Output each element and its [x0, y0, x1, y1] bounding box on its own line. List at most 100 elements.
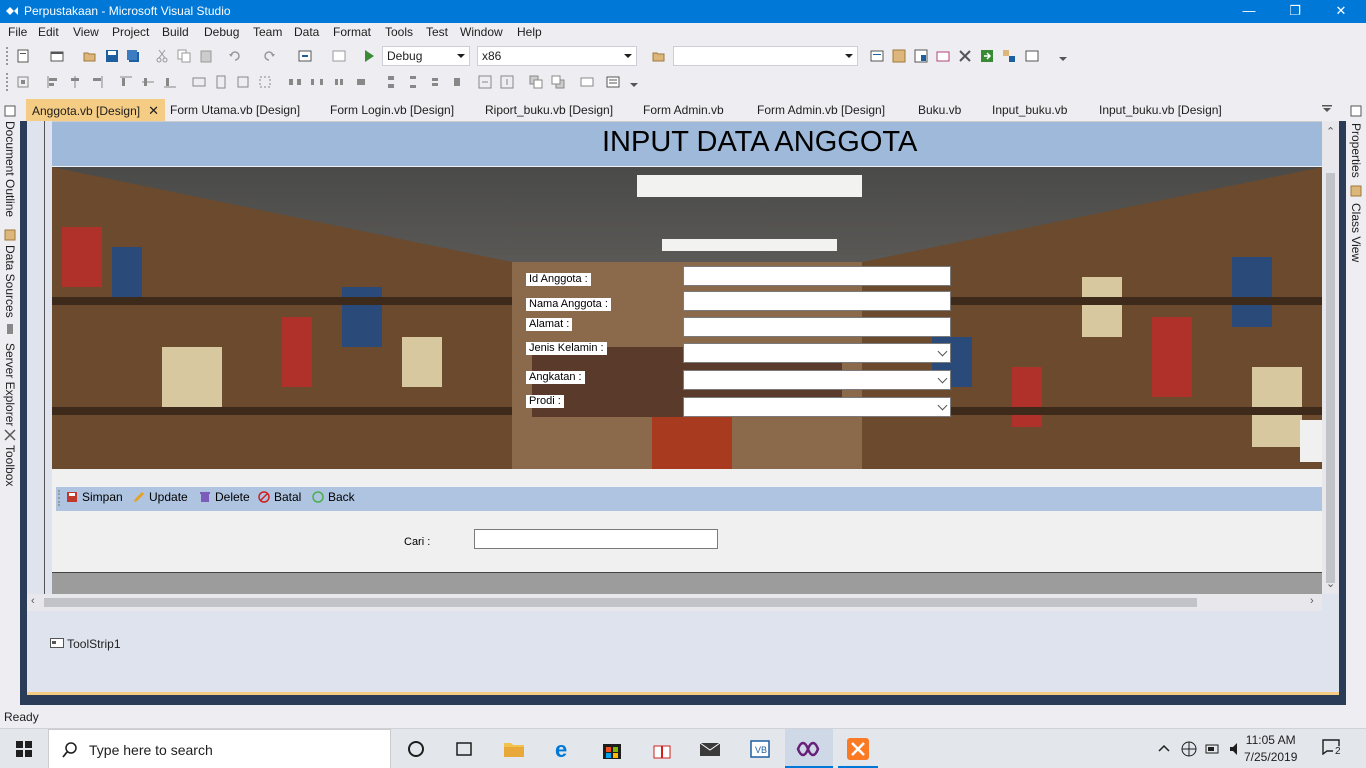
dock-tab-data-sources[interactable]: Data Sources	[3, 245, 17, 318]
navigate-forward-icon[interactable]	[332, 49, 346, 63]
network-globe-icon[interactable]	[1181, 741, 1197, 757]
bring-to-front-icon[interactable]	[529, 75, 543, 89]
dock-tab-class-view[interactable]: Class View	[1349, 203, 1363, 262]
import-icon[interactable]	[980, 49, 994, 63]
remove-vertical-spacing-icon[interactable]	[450, 75, 464, 89]
remove-horizontal-spacing-icon[interactable]	[354, 75, 368, 89]
undo-icon[interactable]	[228, 49, 242, 63]
scroll-thumb[interactable]	[44, 598, 1197, 607]
menu-edit[interactable]: Edit	[38, 25, 59, 39]
menu-file[interactable]: File	[8, 25, 27, 39]
tab-input-buku-design[interactable]: Input_buku.vb [Design]	[1093, 99, 1228, 121]
update-button[interactable]: Update	[133, 490, 188, 504]
scroll-left-icon[interactable]: ‹	[31, 595, 35, 607]
taskbar-search-box[interactable]: Type here to search	[48, 729, 391, 768]
tab-order-icon[interactable]	[580, 75, 594, 89]
close-button[interactable]: ✕	[1318, 0, 1364, 23]
align-centers-icon[interactable]	[68, 75, 82, 89]
align-to-grid-icon[interactable]	[16, 75, 30, 89]
action-center-button[interactable]: 2	[1322, 739, 1344, 759]
windows-start-icon[interactable]	[16, 741, 32, 757]
extensions-icon[interactable]	[1002, 49, 1016, 63]
properties-window-icon[interactable]	[892, 49, 906, 63]
toolbar-grip[interactable]	[6, 73, 10, 91]
align-bottoms-icon[interactable]	[163, 75, 177, 89]
open-file-icon[interactable]	[83, 49, 97, 63]
tab-anggota-design[interactable]: Anggota.vb [Design] ✕	[26, 99, 165, 121]
find-in-files-icon[interactable]	[652, 49, 666, 63]
simpan-button[interactable]: Simpan	[66, 490, 123, 504]
dock-tab-toolbox[interactable]: Toolbox	[3, 445, 17, 486]
minimize-button[interactable]: —	[1226, 0, 1272, 23]
align-tops-icon[interactable]	[119, 75, 133, 89]
align-rights-icon[interactable]	[90, 75, 104, 89]
tab-form-utama-design[interactable]: Form Utama.vb [Design]	[164, 99, 306, 121]
horizontal-scrollbar[interactable]: ‹ ›	[27, 594, 1322, 611]
scroll-up-icon[interactable]: ⌃	[1326, 125, 1335, 138]
form-anggota[interactable]: INPUT DATA ANGGOTA Id Anggota: Nama Ang…	[52, 121, 1322, 594]
menu-team[interactable]: Team	[253, 25, 282, 39]
redo-icon[interactable]	[262, 49, 276, 63]
task-view-icon[interactable]	[452, 737, 476, 761]
visual-basic-icon[interactable]: VB	[748, 737, 772, 761]
toolbox-window-icon[interactable]	[936, 49, 950, 63]
add-item-icon[interactable]	[50, 49, 64, 63]
decrease-vertical-spacing-icon[interactable]	[428, 75, 442, 89]
navigate-backward-icon[interactable]	[298, 49, 312, 63]
menu-data[interactable]: Data	[294, 25, 319, 39]
menu-test[interactable]: Test	[426, 25, 448, 39]
back-button[interactable]: Back	[312, 490, 355, 504]
toolstrip-grip[interactable]	[58, 490, 62, 506]
cortana-icon[interactable]	[404, 737, 428, 761]
menu-window[interactable]: Window	[460, 25, 503, 39]
menu-project[interactable]: Project	[112, 25, 149, 39]
align-middles-icon[interactable]	[141, 75, 155, 89]
tab-riport-buku-design[interactable]: Riport_buku.vb [Design]	[479, 99, 619, 121]
dock-tab-properties[interactable]: Properties	[1349, 123, 1363, 178]
store-icon[interactable]	[600, 737, 624, 761]
chevron-up-icon[interactable]	[1158, 744, 1170, 752]
dock-tab-document-outline[interactable]: Document Outline	[3, 121, 17, 217]
delete-button[interactable]: Delete	[199, 490, 250, 504]
increase-horizontal-spacing-icon[interactable]	[310, 75, 324, 89]
horizontal-spacing-icon[interactable]	[288, 75, 302, 89]
save-icon[interactable]	[105, 49, 119, 63]
input-nama-anggota[interactable]	[683, 291, 951, 311]
cari-input[interactable]	[474, 529, 718, 549]
input-alamat[interactable]	[683, 317, 951, 337]
vertical-spacing-icon[interactable]	[384, 75, 398, 89]
tab-list-dropdown-icon[interactable]	[1322, 105, 1332, 113]
menu-format[interactable]: Format	[333, 25, 371, 39]
menu-view[interactable]: View	[73, 25, 99, 39]
center-horizontally-icon[interactable]	[478, 75, 492, 89]
command-window-icon[interactable]	[1025, 49, 1039, 63]
combo-angkatan[interactable]	[683, 370, 951, 390]
toolbar-options-icon[interactable]	[627, 75, 641, 89]
start-debugging-icon[interactable]	[362, 49, 376, 63]
menu-build[interactable]: Build	[162, 25, 189, 39]
new-project-icon[interactable]	[16, 49, 30, 63]
volume-icon[interactable]	[1228, 741, 1244, 757]
data-grid-panel[interactable]	[52, 572, 1322, 594]
solution-platform-dropdown[interactable]: x86	[477, 46, 637, 66]
system-clock[interactable]: 11:05 AM 7/25/2019	[1244, 732, 1297, 766]
size-to-grid-icon[interactable]	[258, 75, 272, 89]
component-tray-toolstrip[interactable]: ToolStrip1	[50, 637, 121, 651]
solution-configuration-dropdown[interactable]: Debug	[382, 46, 470, 66]
center-vertically-icon[interactable]	[500, 75, 514, 89]
make-same-height-icon[interactable]	[214, 75, 228, 89]
combo-jenis-kelamin[interactable]	[683, 343, 951, 363]
file-explorer-icon[interactable]	[502, 737, 526, 761]
align-lefts-icon[interactable]	[46, 75, 60, 89]
xampp-icon[interactable]	[846, 737, 870, 761]
make-same-width-icon[interactable]	[192, 75, 206, 89]
send-to-back-icon[interactable]	[551, 75, 565, 89]
increase-vertical-spacing-icon[interactable]	[406, 75, 420, 89]
make-same-size-icon[interactable]	[236, 75, 250, 89]
paste-icon[interactable]	[199, 49, 213, 63]
lock-controls-icon[interactable]	[606, 75, 620, 89]
menu-tools[interactable]: Tools	[385, 25, 413, 39]
object-browser-icon[interactable]	[914, 49, 928, 63]
visual-studio-taskbar-icon[interactable]	[796, 737, 820, 761]
find-dropdown[interactable]	[673, 46, 858, 66]
